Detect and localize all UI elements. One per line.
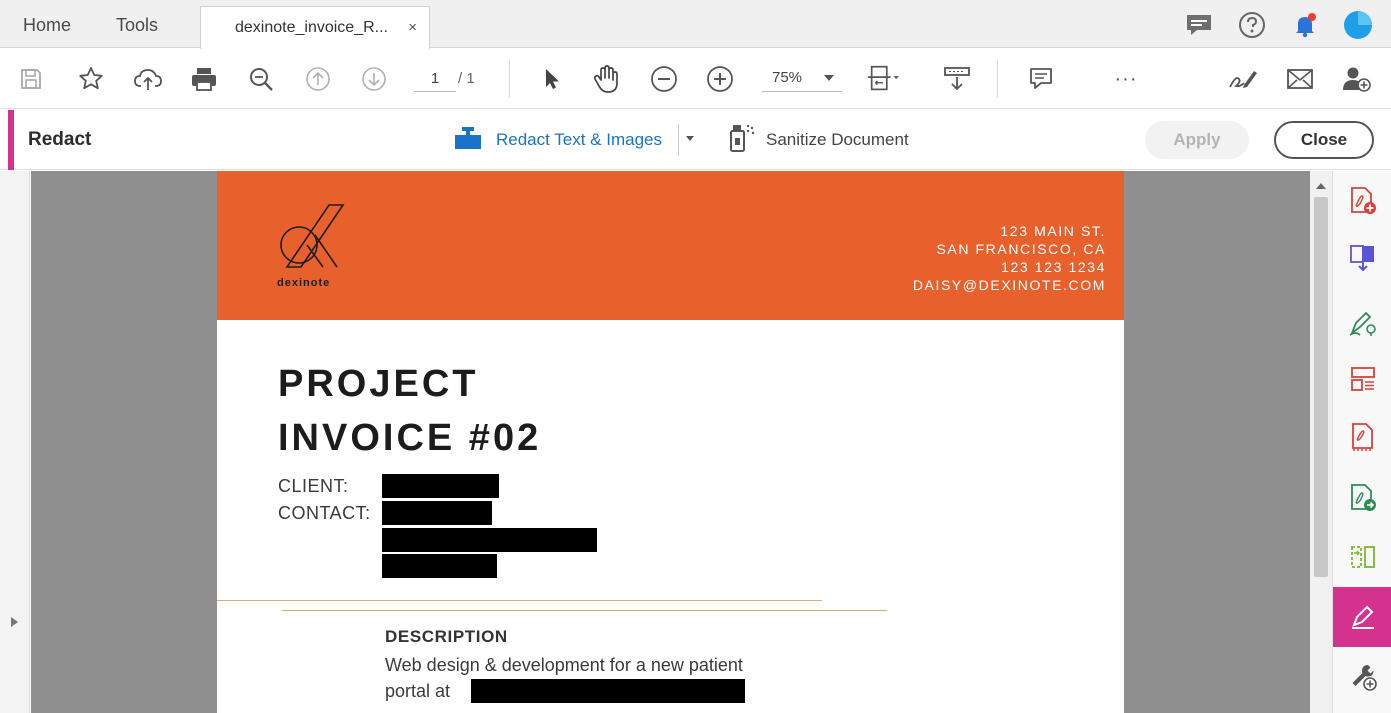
user-avatar-icon[interactable]: [1342, 9, 1374, 41]
redact-icon[interactable]: [1333, 587, 1391, 647]
section-divider: [217, 600, 822, 601]
company-email: DAISY@DEXINOTE.COM: [912, 277, 1106, 293]
create-pdf-icon[interactable]: [1333, 171, 1391, 231]
document-canvas[interactable]: dexinote 123 MAIN ST. SAN FRANCISCO, CA …: [31, 171, 1310, 713]
zoom-level-value: 75%: [772, 69, 803, 86]
redaction-mark-contact-address[interactable]: [382, 528, 597, 552]
hand-pan-icon[interactable]: [590, 62, 624, 96]
vertical-scrollbar[interactable]: [1310, 171, 1332, 713]
main-toolbar: 1 / 1 75% ···: [0, 49, 1391, 109]
zoom-search-icon[interactable]: [244, 62, 278, 96]
zoom-level-select[interactable]: 75%: [762, 64, 842, 92]
invoice-title: PROJECT INVOICE #02: [278, 357, 541, 465]
address-city: SAN FRANCISCO, CA: [936, 241, 1106, 257]
redaction-mark-client[interactable]: [382, 474, 499, 498]
section-divider: [282, 610, 887, 611]
select-arrow-icon[interactable]: [534, 62, 568, 96]
document-tab-label: dexinote_invoice_R...: [235, 19, 388, 36]
edit-pdf-icon[interactable]: [1333, 468, 1391, 528]
tab-home[interactable]: Home: [23, 0, 71, 48]
apply-button[interactable]: Apply: [1145, 121, 1249, 159]
page-total: / 1: [458, 70, 475, 87]
close-button[interactable]: Close: [1274, 121, 1374, 159]
sanitize-spray-icon: [728, 123, 756, 158]
redact-options-chevron-icon[interactable]: [686, 136, 694, 141]
tools-pane: [1332, 171, 1391, 713]
help-icon[interactable]: [1236, 9, 1268, 41]
sanitize-document-button[interactable]: Sanitize Document: [728, 124, 909, 156]
email-icon[interactable]: [1283, 62, 1317, 96]
left-navigation-pane: [0, 171, 30, 713]
organize-pages-icon[interactable]: [1333, 349, 1391, 409]
comment-icon[interactable]: [1024, 62, 1058, 96]
zoom-out-icon[interactable]: [647, 62, 681, 96]
more-icon[interactable]: ···: [1109, 62, 1143, 96]
address-line: 123 MAIN ST.: [1000, 223, 1106, 239]
page-down-icon[interactable]: [357, 62, 391, 96]
pdf-page: dexinote 123 MAIN ST. SAN FRANCISCO, CA …: [217, 171, 1124, 713]
description-heading: DESCRIPTION: [385, 627, 508, 646]
redaction-mark-contact-phone[interactable]: [382, 554, 497, 578]
tab-document[interactable]: dexinote_invoice_R... ×: [200, 6, 430, 49]
page-up-icon[interactable]: [301, 62, 335, 96]
toolbar-divider: [509, 61, 510, 97]
upload-cloud-icon[interactable]: [131, 62, 165, 96]
sanitize-document-label: Sanitize Document: [766, 130, 909, 149]
fit-page-icon[interactable]: [866, 62, 900, 96]
combine-files-icon[interactable]: [1333, 228, 1391, 288]
scroll-mode-icon[interactable]: [940, 62, 974, 96]
expand-pane-arrow-icon[interactable]: [11, 617, 18, 627]
company-phone: 123 123 1234: [1001, 259, 1106, 275]
redact-dropdown-divider: [678, 124, 679, 156]
redact-toolbar: Redact Redact Text & Images Sanitize Doc…: [0, 110, 1391, 170]
close-tab-icon[interactable]: ×: [408, 7, 417, 49]
chat-icon[interactable]: [1183, 9, 1215, 41]
tab-bar: Home Tools dexinote_invoice_R... ×: [0, 0, 1391, 49]
invoice-header-band: dexinote 123 MAIN ST. SAN FRANCISCO, CA …: [217, 171, 1124, 320]
compare-icon[interactable]: [1333, 527, 1391, 587]
toolbar-divider: [997, 61, 998, 97]
more-tools-icon[interactable]: [1333, 647, 1391, 707]
sign-icon[interactable]: [1226, 62, 1260, 96]
client-label: CLIENT:: [278, 476, 349, 496]
redact-accent-bar: [8, 110, 14, 170]
tab-tools[interactable]: Tools: [116, 0, 158, 48]
redact-text-images-label: Redact Text & Images: [496, 130, 662, 149]
invoice-title-line: INVOICE #02: [278, 417, 542, 459]
description-line: Web design & development for a new patie…: [385, 655, 743, 675]
redaction-mark-portal-url[interactable]: [471, 679, 745, 703]
bookmark-star-icon[interactable]: [74, 62, 108, 96]
redact-text-images-button[interactable]: Redact Text & Images: [452, 124, 662, 156]
contact-label: CONTACT:: [278, 503, 371, 523]
scroll-up-arrow-icon[interactable]: [1316, 183, 1326, 189]
redact-tool-title: Redact: [28, 129, 92, 150]
dexinote-logo-icon: [280, 204, 345, 268]
add-user-icon[interactable]: [1340, 62, 1374, 96]
company-address: 123 MAIN ST. SAN FRANCISCO, CA 123 123 1…: [913, 222, 1106, 294]
brand-name: dexinote: [277, 277, 331, 289]
zoom-in-icon[interactable]: [703, 62, 737, 96]
print-icon[interactable]: [187, 62, 221, 96]
acrobat-window: Home Tools dexinote_invoice_R... × 1 / 1…: [0, 0, 1391, 713]
document-viewer: dexinote 123 MAIN ST. SAN FRANCISCO, CA …: [0, 171, 1391, 713]
invoice-title-line: PROJECT: [278, 363, 479, 405]
page-number-input[interactable]: 1: [414, 66, 456, 92]
scrollbar-thumb[interactable]: [1314, 197, 1328, 577]
notification-bell-icon[interactable]: [1289, 9, 1321, 41]
chevron-down-icon: [824, 75, 834, 81]
redaction-mark-contact[interactable]: [382, 501, 492, 525]
redact-marker-icon: [452, 125, 484, 156]
export-pdf-icon[interactable]: [1333, 407, 1391, 467]
save-icon[interactable]: [14, 62, 48, 96]
fill-sign-icon[interactable]: [1333, 293, 1391, 353]
